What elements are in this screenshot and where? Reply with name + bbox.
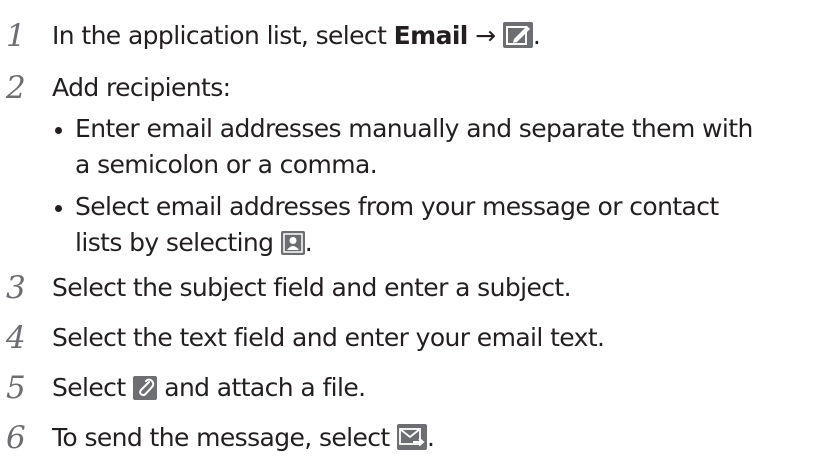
bullet-text-line-2: a semicolon or a comma. <box>75 150 378 179</box>
compose-icon <box>502 22 533 48</box>
step-2: 2 Add recipients: <box>0 64 820 112</box>
step-text-suffix: and attach a file. <box>156 373 366 402</box>
bullet-text-line-2: lists by selecting . <box>75 222 313 264</box>
bullet-dot <box>55 127 62 134</box>
step-text: In the application list, select Email → … <box>52 12 541 60</box>
arrow: → <box>467 21 503 50</box>
step-4: 4 Select the text field and enter your e… <box>0 314 820 362</box>
step-text: Add recipients: <box>52 73 231 102</box>
bullet-dot <box>55 205 62 212</box>
step-3: 3 Select the subject field and enter a s… <box>0 264 820 312</box>
step-number: 1 <box>6 18 26 54</box>
step-text-prefix: In the application list, select <box>52 21 394 50</box>
step-number: 6 <box>6 420 26 456</box>
bullet-text-suffix: . <box>304 228 313 257</box>
step-text-prefix: Select <box>52 373 133 402</box>
paperclip-icon <box>132 376 157 400</box>
send-email-icon <box>396 424 427 450</box>
contact-icon <box>280 231 305 255</box>
step-text-suffix: . <box>532 21 541 50</box>
step-text: To send the message, select . <box>52 414 435 462</box>
step-text: Select the text field and enter your ema… <box>52 323 605 352</box>
step-text-suffix: . <box>426 423 435 452</box>
step-number: 2 <box>6 70 26 106</box>
step-text-prefix: To send the message, select <box>52 423 397 452</box>
step-number: 4 <box>6 320 26 356</box>
step-number: 5 <box>6 370 26 406</box>
step-5: 5 Select and attach a file. <box>0 364 820 412</box>
step-text: Select and attach a file. <box>52 364 366 412</box>
step-1: 1 In the application list, select Email … <box>0 12 820 60</box>
step-number: 3 <box>6 270 26 306</box>
app-name: Email <box>393 21 469 50</box>
step-text: Select the subject field and enter a sub… <box>52 273 572 302</box>
bullet-text-prefix: lists by selecting <box>75 228 281 257</box>
step-6: 6 To send the message, select . <box>0 414 820 462</box>
